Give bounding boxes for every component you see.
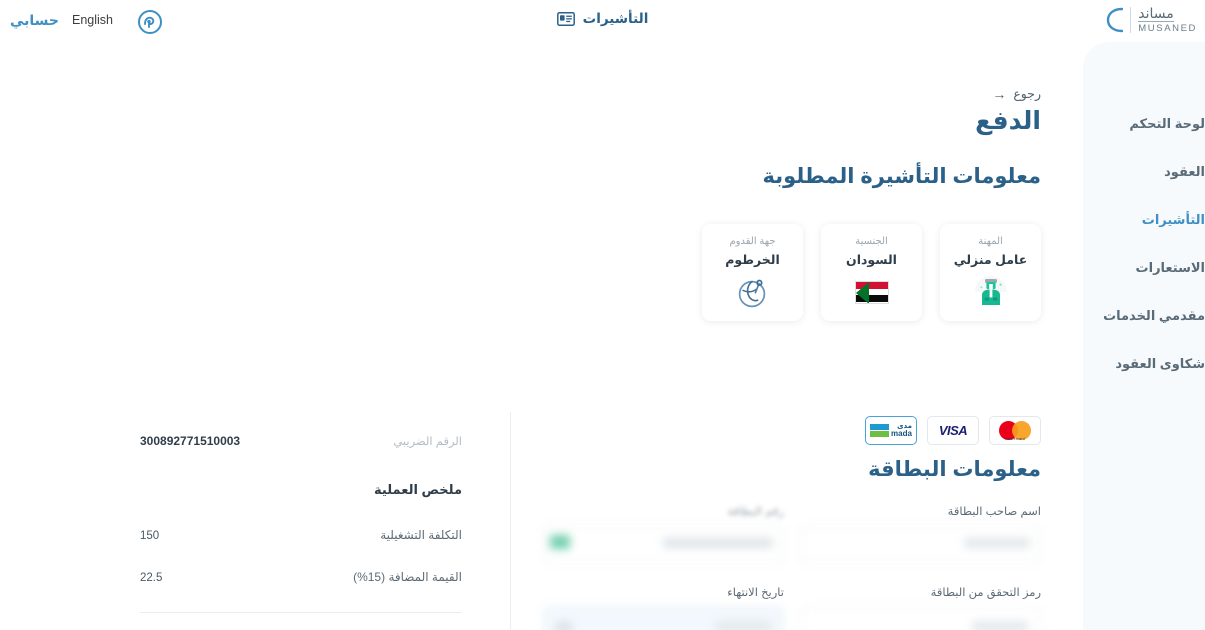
visa-card-label: الجنسية [855,236,888,247]
summary-row-label: القيمة المضافة (15%) [353,570,462,584]
visa-card-value: السودان [846,253,897,267]
sidebar-item-label: الاستعارات [1135,260,1205,275]
top-bar-left-group: English حسابي [0,9,190,37]
sidebar-item-visas[interactable]: التأشيرات [1083,196,1205,244]
card-number-field-group: رقم البطاقة [543,504,784,563]
cvv-field-group: رمز التحقق من البطاقة [800,585,1041,630]
sidebar-item-service-providers[interactable]: مقدمي الخدمات [1083,292,1205,340]
input-ghost-text [663,538,773,548]
section-divider [510,412,511,630]
sidebar-item-loans[interactable]: الاستعارات [1083,244,1205,292]
card-chip-icon [550,535,570,549]
sidebar-item-label: شكاوى العقود [1115,356,1205,371]
globe-location-pin-icon [735,274,771,310]
card-section-title: معلومات البطاقة [868,458,1041,481]
card-number-label: رقم البطاقة [727,506,784,518]
sidebar-item-contracts[interactable]: العقود [1083,148,1205,196]
summary-row-value: 22.5 [140,572,163,584]
main-content: رجوع → الدفع معلومات التأشيرة المطلوبة ا… [0,42,1083,630]
nav-visas-label[interactable]: التأشيرات [583,11,649,27]
sidebar-nav-list: لوحة التحكم العقود التأشيرات الاستعارات … [1083,100,1205,388]
card-brand-options: mastercard VISA مدى mada [865,416,1041,445]
sidebar-item-label: العقود [1164,164,1205,179]
cardholder-name-input[interactable] [800,525,1041,563]
visa-card-value: عامل منزلي [953,253,1028,267]
card-number-input[interactable] [543,525,784,563]
account-link[interactable]: حسابي [10,12,59,29]
expiry-input[interactable] [543,606,784,630]
breadcrumb-label: رجوع [1013,87,1041,101]
card-brand-mastercard[interactable]: mastercard [989,416,1041,445]
headset-support-icon[interactable] [137,9,163,35]
cvv-input[interactable] [800,606,1041,630]
page-title: الدفع [975,107,1041,135]
mada-bars-icon [870,423,890,438]
top-bar: مساند MUSANED التأشيرات English حسابي [0,0,1205,42]
summary-row-operating-cost: التكلفة التشغيلية 150 [140,528,462,542]
input-ghost-text [964,538,1030,548]
card-brand-mada[interactable]: مدى mada [865,416,917,445]
visa-section-title: معلومات التأشيرة المطلوبة [762,165,1041,188]
language-toggle[interactable]: English [72,13,113,27]
card-brand-visa[interactable]: VISA [927,416,979,445]
card-form-row-1: اسم صاحب البطاقة رقم البطاقة [543,504,1041,563]
visa-card-label: جهة القدوم [729,236,776,247]
visa-card-value: الخرطوم [725,253,780,267]
mastercard-icon: mastercard [999,421,1031,441]
cardholder-name-label: اسم صاحب البطاقة [947,506,1041,518]
visa-info-cards: المهنة عامل منزلي الجنسية السودان جهة ال… [702,224,1041,321]
expiry-label: تاريخ الانتهاء [727,587,784,599]
cvv-label: رمز التحقق من البطاقة [930,587,1041,599]
sidebar-item-label: التأشيرات [1141,212,1205,227]
sidebar-item-label: مقدمي الخدمات [1103,308,1205,323]
summary-row-vat: القيمة المضافة (15%) 22.5 [140,570,462,584]
input-ghost-text [715,621,771,630]
input-ghost-text [972,621,1028,630]
sidebar: لوحة التحكم العقود التأشيرات الاستعارات … [1083,42,1205,630]
sidebar-item-contract-complaints[interactable]: شكاوى العقود [1083,340,1205,388]
visa-wordmark: VISA [938,423,968,438]
mada-wordmark: مدى mada [891,423,912,438]
domestic-worker-icon [973,274,1009,310]
tax-number-row: الرقم الضريبي 300892771510003 [140,434,462,448]
visa-card-label: المهنة [978,236,1003,247]
calendar-icon [556,621,572,630]
payment-page: مساند MUSANED التأشيرات English حسابي لو… [0,0,1205,630]
mastercard-wordmark: mastercard [1005,437,1025,441]
cardholder-name-field-group: اسم صاحب البطاقة [800,504,1041,563]
sidebar-item-label: لوحة التحكم [1129,116,1205,131]
expiry-field-group: تاريخ الانتهاء [543,585,784,630]
summary-row-label: التكلفة التشغيلية [380,528,462,542]
summary-row-value: 150 [140,530,160,542]
visa-card-nationality: الجنسية السودان [821,224,922,321]
arrow-right-icon: → [992,85,1007,102]
tax-number-label: الرقم الضريبي [393,436,462,448]
id-card-icon [556,12,575,26]
summary-separator [140,612,462,613]
transaction-summary: الرقم الضريبي 300892771510003 ملخص العمل… [140,434,462,630]
mada-english-label: mada [891,429,912,438]
summary-heading: ملخص العملية [374,482,462,497]
tax-number-value: 300892771510003 [140,434,241,448]
visa-card-origin: جهة القدوم الخرطوم [702,224,803,321]
back-breadcrumb[interactable]: رجوع → [992,85,1041,102]
sudan-flag-icon [854,274,890,310]
card-form-row-2: رمز التحقق من البطاقة تاريخ الانتهاء [543,585,1041,630]
visa-card-profession: المهنة عامل منزلي [940,224,1041,321]
sidebar-item-dashboard[interactable]: لوحة التحكم [1083,100,1205,148]
